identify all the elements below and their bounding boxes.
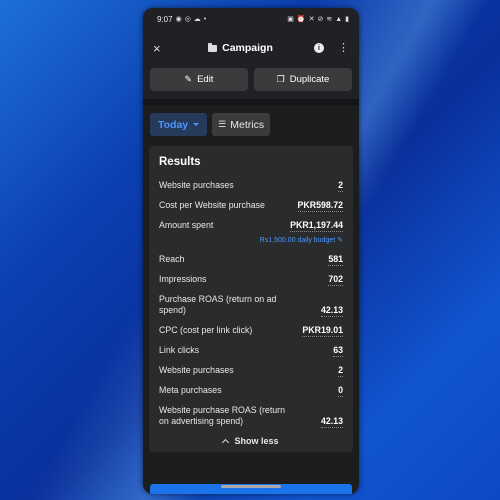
sliders-icon: ☰ (218, 119, 227, 129)
row-value[interactable]: PKR1,197.44 (290, 220, 343, 232)
close-icon[interactable]: × (153, 41, 167, 56)
date-range-label: Today (158, 118, 189, 131)
row-label: CPC (cost per link click) (159, 325, 253, 335)
results-row: Impressions 702 (159, 274, 343, 286)
info-icon[interactable]: i (313, 43, 324, 53)
status-time: 9:07 (157, 14, 173, 24)
row-value[interactable]: 702 (328, 274, 343, 286)
show-less-label: Show less (234, 436, 279, 446)
row-label: Website purchase ROAS (return on adverti… (159, 405, 285, 426)
row-value[interactable]: 2 (338, 365, 343, 377)
row-label: Website purchases (159, 180, 234, 190)
results-row: Cost per Website purchase PKR598.72 (159, 200, 343, 212)
date-range-dropdown[interactable]: Today (150, 113, 208, 136)
metrics-button-label: Metrics (230, 118, 265, 131)
home-indicator[interactable] (221, 485, 281, 488)
edit-button[interactable]: ✎ Edit (150, 68, 248, 91)
whatsapp-icon: ◉ (175, 16, 182, 23)
row-label: Cost per Website purchase (159, 200, 265, 210)
results-row: Reach 581 (159, 254, 343, 266)
row-label: Impressions (159, 274, 207, 284)
results-row: Website purchases 2 (159, 365, 343, 377)
caret-down-icon (193, 123, 200, 126)
battery-icon: ▮ (345, 16, 349, 23)
row-label: Website purchases (159, 365, 234, 375)
row-value[interactable]: 42.13 (320, 416, 343, 428)
duplicate-button-label: Duplicate (289, 74, 330, 85)
daily-budget-text: Rs1,500.00 daily budget (259, 237, 336, 244)
row-label: Amount spent (159, 220, 214, 230)
results-row: Link clicks 63 (159, 345, 343, 357)
folder-icon (208, 42, 218, 52)
row-value[interactable]: PKR19.01 (302, 325, 343, 337)
gallery-icon: ▣ (287, 16, 294, 23)
row-value[interactable]: 0 (338, 385, 343, 397)
wifi-icon: ≋ (326, 16, 333, 23)
results-row: Amount spent PKR1,197.44 (159, 220, 343, 232)
edit-budget-icon: ✎ (337, 237, 343, 244)
header-title-group: Campaign (208, 42, 273, 54)
more-options-icon[interactable]: ⋮ (338, 43, 349, 54)
mute-icon: ✕ (308, 16, 315, 23)
row-value[interactable]: 2 (338, 180, 343, 192)
duplicate-button[interactable]: ❐ Duplicate (254, 68, 352, 91)
row-label: Purchase ROAS (return on ad spend) (159, 294, 277, 315)
cloud-icon: ☁ (193, 16, 201, 23)
chevron-up-icon (222, 438, 230, 447)
alarm-icon: ⏰ (296, 16, 306, 23)
signal-icon: ▲ (335, 15, 343, 23)
edit-button-label: Edit (197, 74, 214, 85)
copy-icon: ❐ (276, 74, 285, 84)
filter-bar: Today ☰ Metrics (143, 105, 359, 144)
metrics-button[interactable]: ☰ Metrics (212, 113, 271, 136)
row-label: Reach (159, 254, 185, 264)
page-title: Campaign (222, 42, 273, 54)
status-bar: 9:07 ◉ ◎ ☁ • ▣ ⏰ ✕ ⊘ ≋ ▲ ▮ (143, 8, 359, 30)
phone-screen: 9:07 ◉ ◎ ☁ • ▣ ⏰ ✕ ⊘ ≋ ▲ ▮ × Campaign i … (143, 8, 359, 494)
row-value[interactable]: 581 (328, 254, 343, 266)
messenger-icon: ◎ (184, 16, 191, 23)
results-row: Website purchase ROAS (return on adverti… (159, 405, 343, 428)
results-card: Results Website purchases 2 Cost per Web… (149, 146, 353, 452)
pencil-icon: ✎ (184, 74, 193, 84)
results-title: Results (159, 156, 201, 168)
daily-budget-link[interactable]: Rs1,500.00 daily budget ✎ (159, 236, 343, 244)
results-row: CPC (cost per link click) PKR19.01 (159, 325, 343, 337)
row-label: Link clicks (159, 345, 200, 355)
results-row: Purchase ROAS (return on ad spend) 42.13 (159, 294, 343, 317)
action-buttons: ✎ Edit ❐ Duplicate (143, 66, 359, 99)
dot-icon: • (203, 15, 207, 23)
dnd-icon: ⊘ (317, 16, 324, 23)
show-less-button[interactable]: Show less (159, 436, 343, 447)
row-value[interactable]: 63 (333, 345, 343, 357)
row-label: Meta purchases (159, 385, 222, 395)
row-value[interactable]: 42.13 (320, 305, 343, 317)
results-row: Meta purchases 0 (159, 385, 343, 397)
results-row: Website purchases 2 (159, 180, 343, 192)
app-header: × Campaign i ⋮ (143, 30, 359, 66)
row-value[interactable]: PKR598.72 (297, 200, 343, 212)
